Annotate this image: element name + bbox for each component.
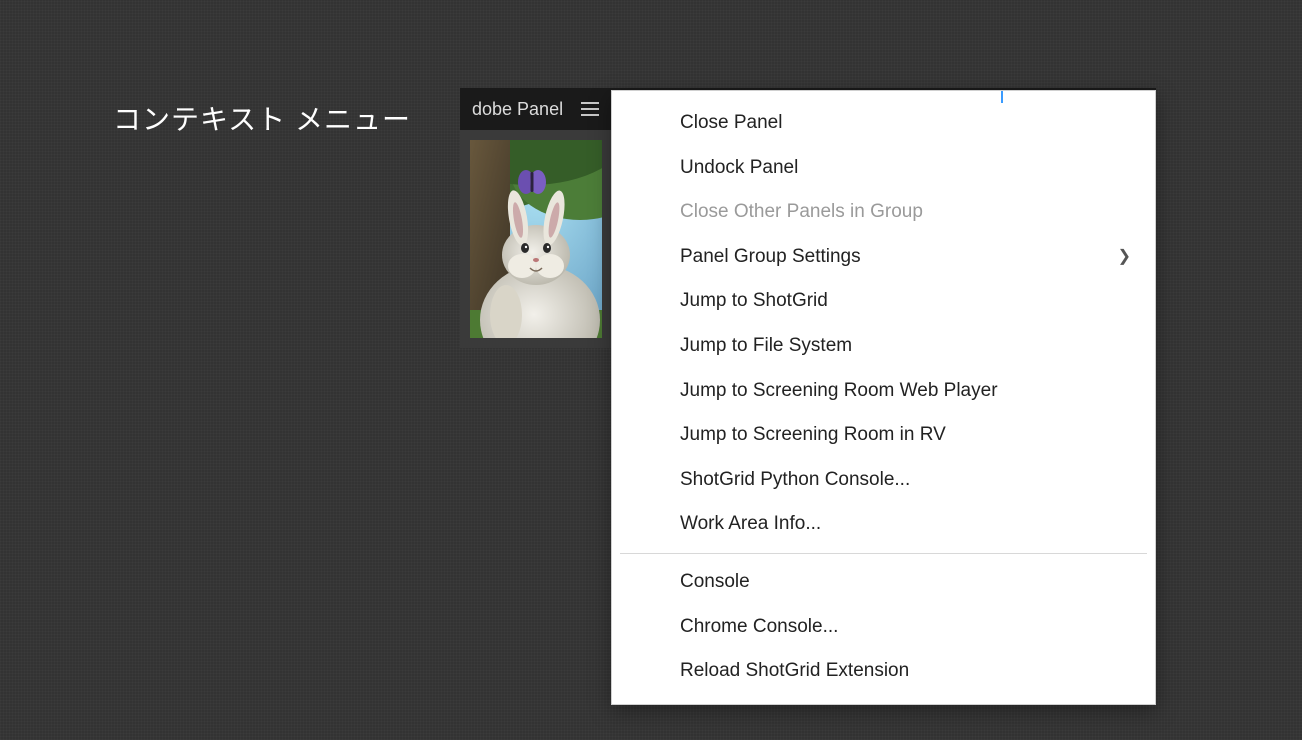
chevron-right-icon: ❯	[1118, 246, 1131, 268]
panel-tab-label: dobe Panel	[466, 99, 569, 120]
menu-item-label: Close Panel	[680, 110, 782, 137]
menu-item-console[interactable]: Console	[612, 560, 1155, 605]
menu-item-label: ShotGrid Python Console...	[680, 467, 910, 494]
menu-item-label: Panel Group Settings	[680, 244, 861, 271]
menu-item-work-area-info[interactable]: Work Area Info...	[612, 502, 1155, 547]
menu-item-close-other-panels: Close Other Panels in Group	[612, 190, 1155, 235]
menu-item-jump-to-shotgrid[interactable]: Jump to ShotGrid	[612, 279, 1155, 324]
hamburger-icon[interactable]	[575, 94, 605, 124]
menu-item-shotgrid-python-console[interactable]: ShotGrid Python Console...	[612, 458, 1155, 503]
menu-item-jump-to-screening-room-rv[interactable]: Jump to Screening Room in RV	[612, 413, 1155, 458]
menu-item-label: Chrome Console...	[680, 614, 838, 641]
menu-item-label: Undock Panel	[680, 155, 798, 182]
menu-item-label: Jump to ShotGrid	[680, 288, 828, 315]
menu-item-label: Work Area Info...	[680, 511, 821, 538]
context-menu: Close Panel Undock Panel Close Other Pan…	[611, 90, 1156, 705]
menu-item-jump-to-file-system[interactable]: Jump to File System	[612, 324, 1155, 369]
menu-item-label: Jump to File System	[680, 333, 852, 360]
menu-item-reload-shotgrid-extension[interactable]: Reload ShotGrid Extension	[612, 649, 1155, 694]
panel-body	[460, 130, 612, 348]
menu-item-panel-group-settings[interactable]: Panel Group Settings ❯	[612, 235, 1155, 280]
menu-item-label: Close Other Panels in Group	[680, 199, 923, 226]
menu-item-close-panel[interactable]: Close Panel	[612, 101, 1155, 146]
menu-item-label: Jump to Screening Room in RV	[680, 422, 946, 449]
menu-item-label: Console	[680, 569, 750, 596]
thumbnail-image	[470, 140, 602, 338]
menu-item-chrome-console[interactable]: Chrome Console...	[612, 605, 1155, 650]
menu-separator	[620, 553, 1147, 554]
menu-item-undock-panel[interactable]: Undock Panel	[612, 146, 1155, 191]
page-title: コンテキスト メニュー	[113, 98, 411, 138]
panel-tab[interactable]: dobe Panel	[460, 94, 605, 124]
accent-indicator	[1001, 91, 1003, 103]
menu-item-label: Reload ShotGrid Extension	[680, 658, 909, 685]
menu-item-label: Jump to Screening Room Web Player	[680, 378, 998, 405]
menu-item-jump-to-screening-room-web[interactable]: Jump to Screening Room Web Player	[612, 369, 1155, 414]
